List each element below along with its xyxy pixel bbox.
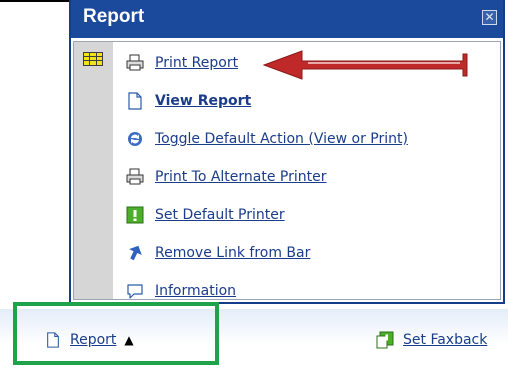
document-icon [128,92,142,110]
set-faxback-link[interactable]: Set Faxback [376,330,487,350]
speech-bubble-icon [127,284,143,299]
menu-item-information[interactable]: Information [126,280,236,302]
close-icon[interactable]: ✕ [482,10,497,25]
menu-item-set-default-printer[interactable]: Set Default Printer [126,204,285,226]
menu-item-label: Print Report [155,55,239,71]
grid-icon[interactable] [83,52,103,66]
toggle-icon [128,132,142,146]
menu-item-label: Information [155,283,237,299]
menu-item-print-alternate-printer[interactable]: Print To Alternate Printer [126,166,327,188]
top-divider-line [0,0,71,2]
popup-header: Report ✕ [71,0,503,38]
menu-item-label: Set Default Printer [155,207,285,223]
menu-item-print-report[interactable]: Print Report [126,52,238,74]
default-printer-icon [126,206,144,224]
printer-icon [126,54,144,71]
annotation-arrow [262,50,468,80]
report-popup-menu: Report ✕ Print Report View Report Toggle… [69,0,505,304]
menu-item-label: View Report [155,93,252,109]
menu-item-remove-link[interactable]: Remove Link from Bar [126,242,310,264]
menu-item-label: Print To Alternate Printer [155,169,327,185]
menu-item-toggle-default-action[interactable]: Toggle Default Action (View or Print) [126,128,408,150]
faxback-icon [376,331,394,349]
menu-item-view-report[interactable]: View Report [126,90,251,112]
pin-icon [129,245,142,261]
menu-gutter [74,42,113,299]
highlight-box [13,302,219,365]
printer-icon [126,168,144,185]
popup-title: Report [83,6,145,27]
menu-item-label: Toggle Default Action (View or Print) [155,131,408,147]
menu-item-label: Remove Link from Bar [155,245,311,261]
set-faxback-label: Set Faxback [403,332,488,348]
